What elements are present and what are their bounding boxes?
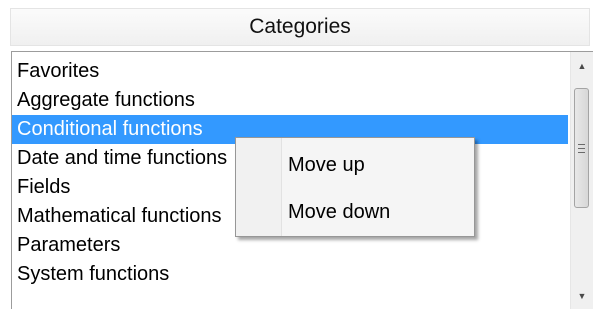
scrollbar-thumb[interactable] [574,88,589,208]
menu-item-move-up[interactable]: Move up [288,150,365,180]
grip-lines-icon [578,143,585,153]
up-arrow-icon: ▲ [577,61,587,71]
list-item-favorites[interactable]: Favorites [12,57,568,86]
menu-item-move-down[interactable]: Move down [288,197,390,227]
categories-header: Categories [10,8,590,46]
vertical-scrollbar[interactable]: ▲ ▼ [570,52,593,309]
scroll-down-button[interactable]: ▼ [571,284,593,308]
list-item-system-functions[interactable]: System functions [12,260,568,289]
categories-title: Categories [249,15,351,38]
categories-panel: Categories Favorites Aggregate functions… [0,0,593,309]
scroll-up-button[interactable]: ▲ [571,54,593,78]
context-menu-icon-gutter [236,138,282,236]
context-menu: Move up Move down [235,137,475,237]
list-item-aggregate-functions[interactable]: Aggregate functions [12,86,568,115]
down-arrow-icon: ▼ [577,291,587,301]
